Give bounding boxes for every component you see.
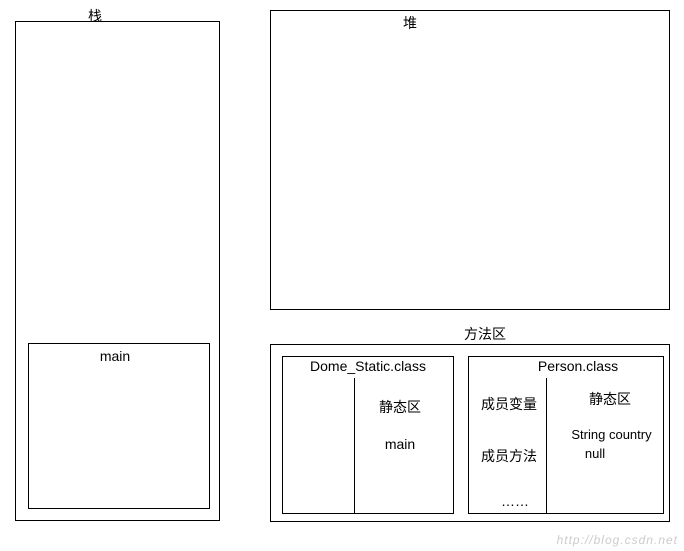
watermark: http://blog.csdn.net xyxy=(557,533,678,547)
person-class-title: Person.class xyxy=(518,358,638,374)
dome-divider xyxy=(354,378,355,514)
person-field-type: String country xyxy=(554,427,669,442)
dome-main-label: main xyxy=(375,436,425,452)
stack-main-box xyxy=(28,343,210,509)
dome-class-box xyxy=(282,356,454,514)
person-methods-label: 成员方法 xyxy=(474,446,544,466)
person-ellipsis: …… xyxy=(490,493,540,509)
person-members-label: 成员变量 xyxy=(474,394,544,414)
person-static-label: 静态区 xyxy=(580,389,640,409)
dome-class-title: Dome_Static.class xyxy=(289,358,447,374)
stack-main-label: main xyxy=(85,348,145,364)
person-divider xyxy=(546,378,547,514)
method-area-title: 方法区 xyxy=(450,324,520,344)
dome-static-label: 静态区 xyxy=(365,397,435,417)
heap-box xyxy=(270,10,670,310)
person-field-value: null xyxy=(570,446,620,461)
